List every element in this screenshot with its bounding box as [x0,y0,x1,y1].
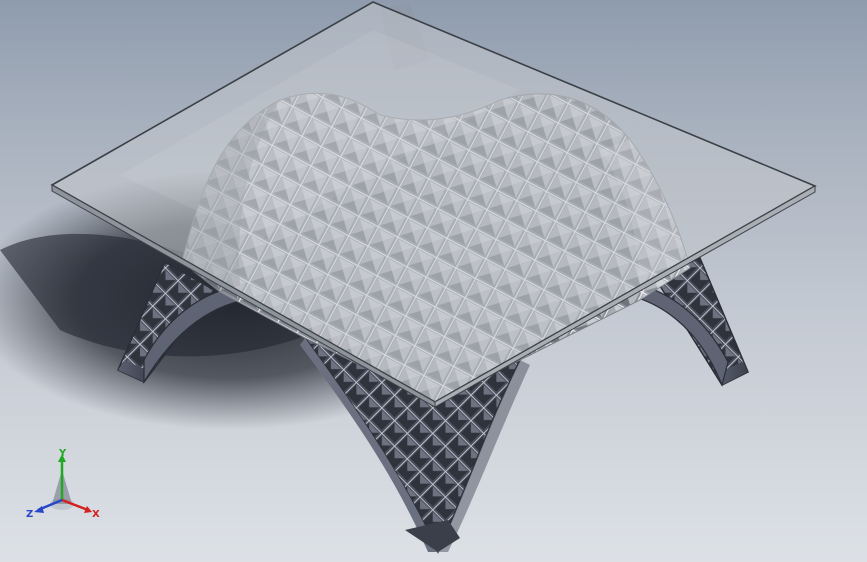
x-axis-label: X [92,509,100,520]
graphics-viewport[interactable]: Y X Z [0,0,867,562]
table-model[interactable] [0,0,867,562]
view-orientation-triad[interactable]: Y X Z [22,446,112,526]
z-axis-label: Z [26,509,33,520]
y-axis-label: Y [58,448,67,459]
